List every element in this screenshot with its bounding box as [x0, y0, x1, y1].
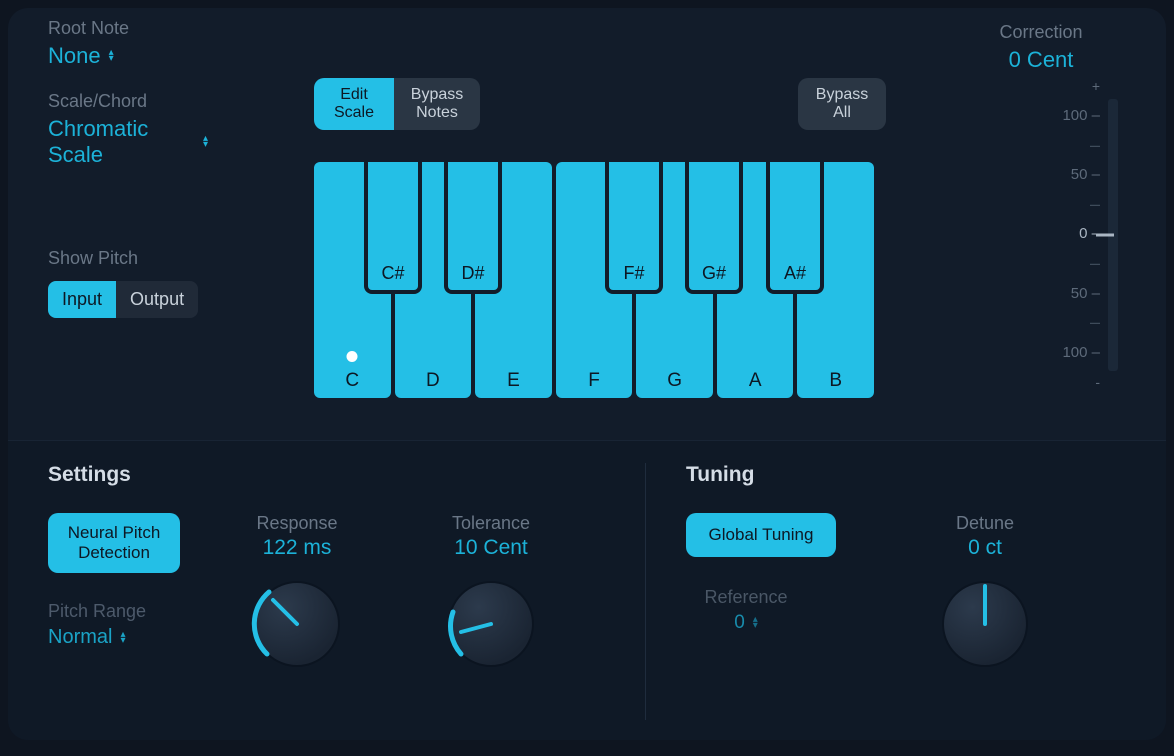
- bottom-panel: Settings Neural Pitch Detection Pitch Ra…: [8, 440, 1166, 740]
- correction-meter: + 100 – – 50 – – 0 – – 50 – – 100 – -: [956, 79, 1126, 389]
- keyboard: C D E F G A B C# D# F# G# A#: [314, 162, 874, 398]
- response-label: Response: [212, 513, 382, 534]
- pitch-range-value: Normal: [48, 626, 112, 649]
- show-pitch-output-button[interactable]: Output: [116, 281, 198, 318]
- pitch-indicator-dot: [347, 351, 358, 362]
- note-label: F: [588, 370, 600, 392]
- tolerance-knob[interactable]: [439, 572, 543, 676]
- meter-tick-100: 100 –: [1062, 109, 1100, 123]
- scale-chord-label: Scale/Chord: [48, 91, 268, 112]
- bypass-all-button[interactable]: Bypass All: [798, 78, 886, 130]
- meter-zero-marker: [1096, 234, 1114, 237]
- note-label: G: [667, 370, 682, 392]
- pitch-range-select[interactable]: Normal: [48, 626, 125, 649]
- meter-tick-minor: –: [1090, 316, 1100, 330]
- root-note-value: None: [48, 43, 101, 69]
- note-label: B: [829, 370, 842, 392]
- root-note-label: Root Note: [48, 18, 268, 39]
- reference-select[interactable]: 0: [734, 612, 758, 634]
- show-pitch-group: Show Pitch Input Output: [48, 248, 268, 318]
- keyboard-toolbar: Edit Scale Bypass Notes: [314, 78, 874, 130]
- note-label: A#: [784, 263, 806, 284]
- tolerance-value: 10 Cent: [406, 536, 576, 560]
- note-label: G#: [702, 263, 726, 284]
- chevron-updown-icon: [753, 617, 758, 629]
- pitch-range-label: Pitch Range: [48, 601, 188, 622]
- response-value: 122 ms: [212, 536, 382, 560]
- tuning-section: Tuning Global Tuning Reference 0 Detune …: [646, 463, 1126, 720]
- key-a-sharp[interactable]: A#: [766, 162, 824, 294]
- pitch-range-group: Pitch Range Normal: [48, 601, 188, 649]
- global-tuning-button[interactable]: Global Tuning: [686, 513, 836, 557]
- meter-minus: -: [1095, 375, 1100, 389]
- pitch-correction-panel: Root Note None Scale/Chord Chromatic Sca…: [8, 8, 1166, 740]
- correction-label: Correction: [956, 22, 1126, 43]
- meter-ticks: + 100 – – 50 – – 0 – – 50 – – 100 – -: [1040, 79, 1100, 389]
- tuning-title: Tuning: [686, 463, 1126, 487]
- key-d-sharp[interactable]: D#: [444, 162, 502, 294]
- note-label: F#: [623, 263, 644, 284]
- meter-tick-100b: 100 –: [1062, 345, 1100, 359]
- note-label: D#: [461, 263, 484, 284]
- root-note-group: Root Note None: [48, 18, 268, 69]
- show-pitch-segment: Input Output: [48, 281, 198, 318]
- detune-value: 0 ct: [900, 536, 1070, 560]
- root-note-select[interactable]: None: [48, 43, 114, 69]
- show-pitch-label: Show Pitch: [48, 248, 268, 269]
- scale-chord-group: Scale/Chord Chromatic Scale: [48, 91, 268, 168]
- note-label: C#: [381, 263, 404, 284]
- detune-group: Detune 0 ct: [900, 513, 1070, 676]
- bypass-all-wrap: Bypass All: [798, 78, 886, 130]
- note-label: C: [345, 370, 359, 392]
- response-knob[interactable]: [245, 572, 349, 676]
- meter-plus: +: [1092, 79, 1100, 93]
- meter-tick-minor: –: [1090, 257, 1100, 271]
- meter-tick-minor: –: [1090, 197, 1100, 211]
- key-f-sharp[interactable]: F#: [605, 162, 663, 294]
- reference-value: 0: [734, 612, 745, 634]
- detune-knob[interactable]: [933, 572, 1037, 676]
- scale-mode-segment: Edit Scale Bypass Notes: [314, 78, 480, 130]
- edit-scale-button[interactable]: Edit Scale: [314, 78, 394, 130]
- scale-chord-value: Chromatic Scale: [48, 116, 195, 168]
- note-label: A: [749, 370, 762, 392]
- chevron-updown-icon: [203, 136, 208, 148]
- scale-chord-select[interactable]: Chromatic Scale: [48, 116, 208, 168]
- settings-section: Settings Neural Pitch Detection Pitch Ra…: [48, 463, 646, 720]
- chevron-updown-icon: [120, 632, 125, 644]
- meter-bar: [1108, 99, 1118, 371]
- neural-pitch-detection-button[interactable]: Neural Pitch Detection: [48, 513, 180, 573]
- show-pitch-input-button[interactable]: Input: [48, 281, 116, 318]
- correction-section: Correction 0 Cent + 100 – – 50 – – 0 – –…: [956, 22, 1126, 389]
- response-group: Response 122 ms: [212, 513, 382, 676]
- chevron-updown-icon: [109, 50, 114, 62]
- left-controls: Root Note None Scale/Chord Chromatic Sca…: [48, 18, 268, 318]
- meter-tick-minor: –: [1090, 138, 1100, 152]
- bypass-notes-button[interactable]: Bypass Notes: [394, 78, 480, 130]
- note-label: D: [426, 370, 440, 392]
- settings-title: Settings: [48, 463, 617, 487]
- tolerance-label: Tolerance: [406, 513, 576, 534]
- key-g-sharp[interactable]: G#: [685, 162, 743, 294]
- detune-label: Detune: [900, 513, 1070, 534]
- reference-label: Reference: [686, 587, 806, 608]
- meter-tick-50: 50 –: [1071, 168, 1100, 182]
- correction-value: 0 Cent: [956, 47, 1126, 73]
- note-label: E: [507, 370, 520, 392]
- key-c-sharp[interactable]: C#: [364, 162, 422, 294]
- meter-tick-50b: 50 –: [1071, 286, 1100, 300]
- tolerance-group: Tolerance 10 Cent: [406, 513, 576, 676]
- reference-group: Reference 0: [686, 587, 806, 634]
